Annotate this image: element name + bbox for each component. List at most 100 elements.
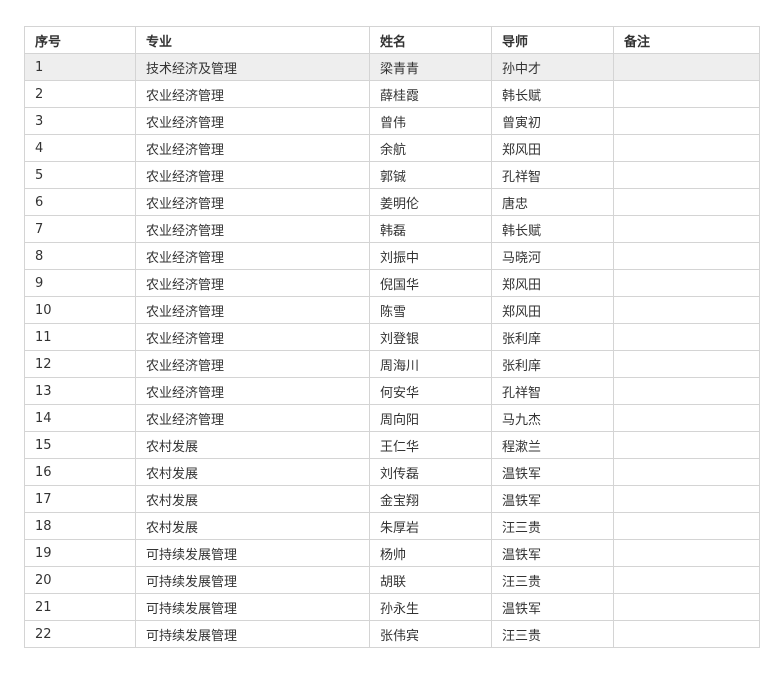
cell-remarks (613, 188, 760, 216)
cell-index: 12 (24, 350, 136, 378)
cell-index: 9 (24, 269, 136, 297)
student-advisor-table: 序号 专业 姓名 导师 备注 1 技术经济及管理 梁青青 孙中才 2 农业经济管理 薛桂霞韩… (24, 26, 760, 648)
cell-name: 金宝翔 (369, 485, 492, 513)
cell-index: 19 (24, 539, 136, 567)
cell-index: 16 (24, 458, 136, 486)
table-body: 1 技术经济及管理 梁青青 孙中才 2 农业经济管理 薛桂霞 韩长赋 3 农业经济管理 曾伟 曾寅初 4… (24, 53, 760, 648)
table-row: 2 农业经济管理 薛桂霞 韩长赋 (24, 80, 760, 108)
cell-remarks (613, 242, 760, 270)
table-row: 9 农业经济管理 倪国华 郑风田 (24, 269, 760, 297)
cell-remarks (613, 539, 760, 567)
cell-name: 倪国华 (369, 269, 492, 297)
cell-name: 张伟宾 (369, 620, 492, 648)
cell-major: 农村发展 (135, 485, 370, 513)
table-row: 3 农业经济管理 曾伟 曾寅初 (24, 107, 760, 135)
cell-remarks (613, 512, 760, 540)
table-row: 8 农业经济管理 刘振中 马晓河 (24, 242, 760, 270)
cell-major: 农业经济管理 (135, 350, 370, 378)
table-row: 18 农村发展 朱厚岩 汪三贵 (24, 512, 760, 540)
cell-name: 刘登银 (369, 323, 492, 351)
cell-remarks (613, 566, 760, 594)
cell-name: 郭铖 (369, 161, 492, 189)
table-header-row: 序号 专业 姓名 导师 备注 (24, 26, 760, 54)
cell-name: 曾伟 (369, 107, 492, 135)
cell-name: 韩磊 (369, 215, 492, 243)
cell-name: 周向阳 (369, 404, 492, 432)
cell-major: 农业经济管理 (135, 80, 370, 108)
cell-major: 农业经济管理 (135, 107, 370, 135)
cell-name: 刘振中 (369, 242, 492, 270)
table-row: 1 技术经济及管理 梁青青 孙中才 (24, 53, 760, 81)
table-row: 13 农业经济管理 何安华 孔祥智 (24, 377, 760, 405)
cell-advisor: 温铁军 (491, 458, 614, 486)
cell-index: 3 (24, 107, 136, 135)
cell-name: 杨帅 (369, 539, 492, 567)
cell-major: 农业经济管理 (135, 188, 370, 216)
cell-remarks (613, 53, 760, 81)
cell-remarks (613, 323, 760, 351)
cell-index: 13 (24, 377, 136, 405)
cell-advisor: 韩长赋 (491, 80, 614, 108)
cell-index: 10 (24, 296, 136, 324)
cell-advisor: 温铁军 (491, 485, 614, 513)
cell-advisor: 唐忠 (491, 188, 614, 216)
cell-name: 梁青青 (369, 53, 492, 81)
cell-remarks (613, 485, 760, 513)
cell-remarks (613, 431, 760, 459)
cell-major: 农业经济管理 (135, 296, 370, 324)
table-row: 14 农业经济管理 周向阳 马九杰 (24, 404, 760, 432)
cell-major: 农村发展 (135, 431, 370, 459)
cell-remarks (613, 215, 760, 243)
cell-name: 王仁华 (369, 431, 492, 459)
table-row: 11 农业经济管理 刘登银 张利庠 (24, 323, 760, 351)
cell-index: 17 (24, 485, 136, 513)
table-row: 19 可持续发展管理 杨帅 温铁军 (24, 539, 760, 567)
cell-index: 4 (24, 134, 136, 162)
cell-index: 2 (24, 80, 136, 108)
cell-name: 朱厚岩 (369, 512, 492, 540)
cell-remarks (613, 296, 760, 324)
cell-index: 20 (24, 566, 136, 594)
cell-advisor: 韩长赋 (491, 215, 614, 243)
cell-remarks (613, 269, 760, 297)
cell-major: 农村发展 (135, 512, 370, 540)
cell-index: 6 (24, 188, 136, 216)
cell-name: 何安华 (369, 377, 492, 405)
header-remarks: 备注 (613, 26, 760, 54)
cell-major: 农业经济管理 (135, 161, 370, 189)
cell-remarks (613, 161, 760, 189)
cell-name: 孙永生 (369, 593, 492, 621)
cell-advisor: 孔祥智 (491, 377, 614, 405)
header-name: 姓名 (369, 26, 492, 54)
cell-remarks (613, 80, 760, 108)
student-table-container: 序号 专业 姓名 导师 备注 1 技术经济及管理 梁青青 孙中才 2 农业经济管理 薛桂霞韩… (24, 26, 760, 648)
cell-advisor: 郑风田 (491, 269, 614, 297)
table-row: 4 农业经济管理 余航 郑风田 (24, 134, 760, 162)
cell-name: 周海川 (369, 350, 492, 378)
cell-name: 姜明伦 (369, 188, 492, 216)
table-row: 6 农业经济管理 姜明伦 唐忠 (24, 188, 760, 216)
table-row: 5 农业经济管理 郭铖 孔祥智 (24, 161, 760, 189)
cell-remarks (613, 458, 760, 486)
cell-remarks (613, 134, 760, 162)
cell-index: 5 (24, 161, 136, 189)
cell-major: 农业经济管理 (135, 377, 370, 405)
cell-major: 可持续发展管理 (135, 620, 370, 648)
cell-remarks (613, 620, 760, 648)
header-index: 序号 (24, 26, 136, 54)
cell-advisor: 程漱兰 (491, 431, 614, 459)
cell-name: 刘传磊 (369, 458, 492, 486)
cell-index: 18 (24, 512, 136, 540)
cell-major: 可持续发展管理 (135, 539, 370, 567)
cell-major: 农业经济管理 (135, 404, 370, 432)
cell-index: 1 (24, 53, 136, 81)
cell-name: 余航 (369, 134, 492, 162)
cell-advisor: 温铁军 (491, 593, 614, 621)
table-row: 20 可持续发展管理 胡联 汪三贵 (24, 566, 760, 594)
table-row: 22 可持续发展管理 张伟宾 汪三贵 (24, 620, 760, 648)
table-row: 21 可持续发展管理 孙永生 温铁军 (24, 593, 760, 621)
cell-advisor: 张利庠 (491, 350, 614, 378)
table-row: 12 农业经济管理 周海川 张利庠 (24, 350, 760, 378)
cell-major: 技术经济及管理 (135, 53, 370, 81)
cell-advisor: 温铁军 (491, 539, 614, 567)
